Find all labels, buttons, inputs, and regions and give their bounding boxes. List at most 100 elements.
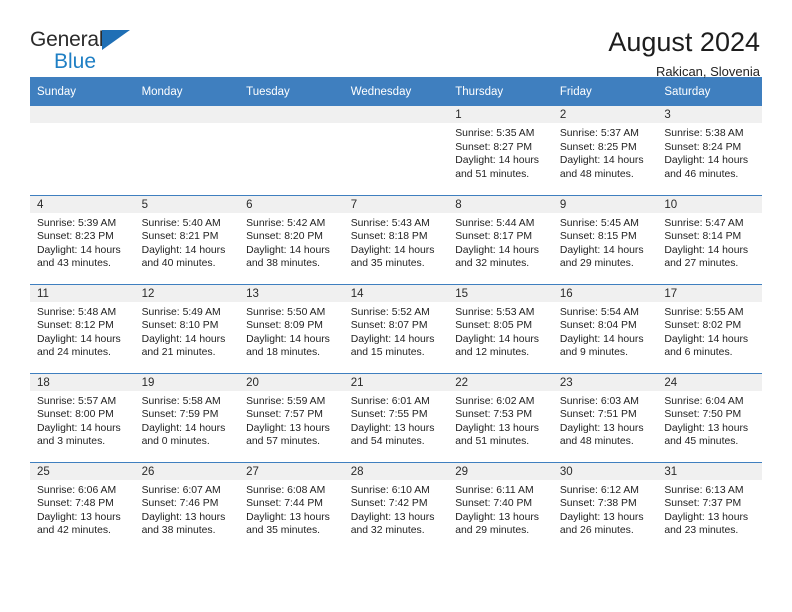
calendar-day-cell[interactable]: 20 Sunrise: 5:59 AM Sunset: 7:57 PM Dayligh… [239, 372, 344, 462]
daylight-text-line2: and 48 minutes. [559, 168, 634, 180]
sun-info: Sunrise: 6:06 AM Sunset: 7:48 PM Daylight:… [30, 480, 135, 538]
daylight-text-line1: Daylight: 14 hours [350, 244, 435, 256]
sun-info: Sunrise: 5:59 AM Sunset: 7:57 PM Daylight:… [239, 391, 344, 449]
daylight-text-line2: and 23 minutes. [664, 525, 739, 537]
calendar-day-cell[interactable]: 14 Sunrise: 5:52 AM Sunset: 8:07 PM Dayligh… [343, 283, 449, 373]
daylight-text-line2: and 27 minutes. [664, 258, 739, 270]
sunset-text: Sunset: 7:57 PM [246, 409, 323, 421]
sunset-text: Sunset: 8:10 PM [141, 320, 219, 332]
sun-info: Sunrise: 5:57 AM Sunset: 8:00 PM Daylight:… [30, 391, 135, 449]
day-number: 11 [30, 284, 135, 302]
sun-info: Sunrise: 5:45 AM Sunset: 8:15 PM Daylight:… [553, 213, 658, 271]
calendar-day-cell[interactable]: 13 Sunrise: 5:50 AM Sunset: 8:09 PM Dayligh… [239, 283, 344, 373]
page-title: August 2024 [608, 27, 760, 57]
daylight-text-line1: Daylight: 13 hours [664, 422, 749, 434]
sun-info: Sunrise: 6:10 AM Sunset: 7:42 PM Daylight:… [344, 480, 449, 538]
day-number [30, 106, 135, 123]
daylight-text-line1: Daylight: 14 hours [141, 422, 226, 434]
calendar-day-cell[interactable]: 7 Sunrise: 5:43 AM Sunset: 8:18 PM Daylight… [343, 194, 449, 284]
sunrise-text: Sunrise: 5:59 AM [246, 395, 326, 407]
sunset-text: Sunset: 8:25 PM [559, 141, 637, 153]
daylight-text-line2: and 35 minutes. [246, 525, 321, 537]
calendar-day-cell[interactable]: 2 Sunrise: 5:37 AM Sunset: 8:25 PM Daylight… [552, 106, 658, 195]
calendar-page: General Blue August 2024 Rakican, Sloven… [0, 0, 792, 612]
sunset-text: Sunset: 7:48 PM [37, 498, 114, 510]
sunrise-text: Sunrise: 5:44 AM [455, 217, 535, 229]
day-cell-content: 18 Sunrise: 5:57 AM Sunset: 8:00 PM Dayligh… [30, 373, 135, 462]
triangle-icon [102, 30, 130, 50]
sunset-text: Sunset: 7:59 PM [141, 409, 219, 421]
calendar-day-cell[interactable]: 16 Sunrise: 5:54 AM Sunset: 8:04 PM Dayligh… [552, 283, 658, 373]
sunset-text: Sunset: 7:37 PM [664, 498, 742, 510]
day-number: 29 [448, 462, 553, 480]
calendar-day-cell[interactable]: 21 Sunrise: 6:01 AM Sunset: 7:55 PM Dayligh… [343, 372, 449, 462]
calendar-day-cell[interactable]: 10 Sunrise: 5:47 AM Sunset: 8:14 PM Dayligh… [657, 194, 762, 284]
calendar-day-cell[interactable]: 25 Sunrise: 6:06 AM Sunset: 7:48 PM Dayligh… [30, 461, 135, 551]
day-cell-content: 19 Sunrise: 5:58 AM Sunset: 7:59 PM Dayligh… [134, 373, 240, 462]
sunrise-text: Sunrise: 5:35 AM [455, 128, 535, 139]
daylight-text-line1: Daylight: 14 hours [455, 155, 539, 167]
day-number: 28 [343, 462, 449, 480]
calendar-day-cell[interactable]: 1 Sunrise: 5:35 AM Sunset: 8:27 PM Daylight… [448, 106, 553, 195]
calendar-day-cell[interactable]: 17 Sunrise: 5:55 AM Sunset: 8:02 PM Dayligh… [657, 283, 762, 373]
sun-info: Sunrise: 6:08 AM Sunset: 7:44 PM Daylight:… [239, 480, 344, 538]
daylight-text-line1: Daylight: 13 hours [350, 422, 435, 434]
day-number: 1 [448, 106, 553, 123]
calendar-day-cell[interactable]: 11 Sunrise: 5:48 AM Sunset: 8:12 PM Dayligh… [30, 283, 135, 373]
calendar-day-cell[interactable]: 6 Sunrise: 5:42 AM Sunset: 8:20 PM Daylight… [239, 194, 344, 284]
calendar-day-cell[interactable]: 18 Sunrise: 5:57 AM Sunset: 8:00 PM Dayligh… [30, 372, 135, 462]
sun-info: Sunrise: 5:43 AM Sunset: 8:18 PM Daylight:… [344, 213, 449, 271]
day-cell-content: 17 Sunrise: 5:55 AM Sunset: 8:02 PM Dayligh… [657, 284, 762, 373]
day-number: 21 [343, 373, 449, 391]
calendar-grid: Sunday Monday Tuesday Wednesday Thursday… [30, 77, 762, 551]
sun-info: Sunrise: 5:54 AM Sunset: 8:04 PM Daylight:… [553, 302, 658, 360]
sunrise-text: Sunrise: 5:57 AM [37, 395, 117, 407]
calendar-day-cell[interactable]: 30 Sunrise: 6:12 AM Sunset: 7:38 PM Dayligh… [552, 461, 658, 551]
day-cell-content: 10 Sunrise: 5:47 AM Sunset: 8:14 PM Dayligh… [657, 195, 762, 284]
day-number: 18 [30, 373, 135, 391]
sun-info: Sunrise: 6:04 AM Sunset: 7:50 PM Daylight:… [657, 391, 762, 449]
day-cell-content: 14 Sunrise: 5:52 AM Sunset: 8:07 PM Dayligh… [343, 284, 449, 373]
calendar-day-cell[interactable]: 5 Sunrise: 5:40 AM Sunset: 8:21 PM Daylight… [134, 194, 240, 284]
calendar-day-cell[interactable]: 29 Sunrise: 6:11 AM Sunset: 7:40 PM Dayligh… [448, 461, 553, 551]
calendar-day-cell[interactable]: 22 Sunrise: 6:02 AM Sunset: 7:53 PM Dayligh… [448, 372, 553, 462]
daylight-text-line1: Daylight: 14 hours [559, 244, 644, 256]
daylight-text-line2: and 43 minutes. [37, 258, 111, 270]
logo-text-general: General [30, 28, 104, 51]
sun-info: Sunrise: 6:11 AM Sunset: 7:40 PM Daylight:… [448, 480, 553, 538]
calendar-day-cell[interactable]: 28 Sunrise: 6:10 AM Sunset: 7:42 PM Dayligh… [343, 461, 449, 551]
sunset-text: Sunset: 7:38 PM [559, 498, 637, 510]
sunrise-text: Sunrise: 6:11 AM [455, 484, 534, 496]
calendar-day-cell[interactable]: 27 Sunrise: 6:08 AM Sunset: 7:44 PM Dayligh… [239, 461, 344, 551]
daylight-text-line2: and 0 minutes. [141, 436, 210, 448]
sunrise-text: Sunrise: 5:54 AM [559, 306, 639, 318]
calendar-day-cell[interactable]: 8 Sunrise: 5:44 AM Sunset: 8:17 PM Daylight… [448, 194, 553, 284]
day-number: 24 [657, 373, 762, 391]
daylight-text-line1: Daylight: 14 hours [246, 333, 330, 345]
day-number [134, 106, 240, 123]
calendar-day-cell[interactable]: 9 Sunrise: 5:45 AM Sunset: 8:15 PM Daylight… [552, 194, 658, 284]
calendar-day-cell[interactable]: 19 Sunrise: 5:58 AM Sunset: 7:59 PM Dayligh… [134, 372, 240, 462]
calendar-day-cell[interactable]: 4 Sunrise: 5:39 AM Sunset: 8:23 PM Daylight… [30, 194, 135, 284]
day-cell-content: 3 Sunrise: 5:38 AM Sunset: 8:24 PM Daylight… [657, 106, 762, 194]
calendar-day-cell[interactable]: 12 Sunrise: 5:49 AM Sunset: 8:10 PM Dayligh… [134, 283, 240, 373]
day-cell-content: 28 Sunrise: 6:10 AM Sunset: 7:42 PM Dayligh… [343, 462, 449, 551]
calendar-day-cell[interactable]: 15 Sunrise: 5:53 AM Sunset: 8:05 PM Dayligh… [448, 283, 553, 373]
empty-day [343, 106, 449, 194]
calendar-day-cell[interactable]: 23 Sunrise: 6:03 AM Sunset: 7:51 PM Dayligh… [552, 372, 658, 462]
calendar-day-cell[interactable]: 24 Sunrise: 6:04 AM Sunset: 7:50 PM Dayligh… [657, 372, 762, 462]
sunset-text: Sunset: 8:18 PM [350, 231, 428, 243]
sunset-text: Sunset: 7:53 PM [455, 409, 533, 421]
calendar-day-cell[interactable]: 26 Sunrise: 6:07 AM Sunset: 7:46 PM Dayligh… [134, 461, 240, 551]
sun-info: Sunrise: 5:55 AM Sunset: 8:02 PM Daylight:… [657, 302, 762, 360]
day-number: 13 [239, 284, 344, 302]
calendar-body: 1 Sunrise: 5:35 AM Sunset: 8:27 PM Daylight… [30, 106, 762, 551]
calendar-day-cell[interactable]: 3 Sunrise: 5:38 AM Sunset: 8:24 PM Daylight… [657, 106, 762, 195]
day-number: 7 [343, 195, 449, 213]
day-number: 15 [448, 284, 553, 302]
daylight-text-line1: Daylight: 13 hours [455, 511, 539, 523]
sun-info: Sunrise: 5:35 AM Sunset: 8:27 PM Daylight:… [448, 123, 553, 181]
daylight-text-line1: Daylight: 13 hours [559, 422, 644, 434]
day-cell-content: 8 Sunrise: 5:44 AM Sunset: 8:17 PM Daylight… [448, 195, 553, 284]
calendar-day-cell[interactable]: 31 Sunrise: 6:13 AM Sunset: 7:37 PM Dayligh… [657, 461, 762, 551]
